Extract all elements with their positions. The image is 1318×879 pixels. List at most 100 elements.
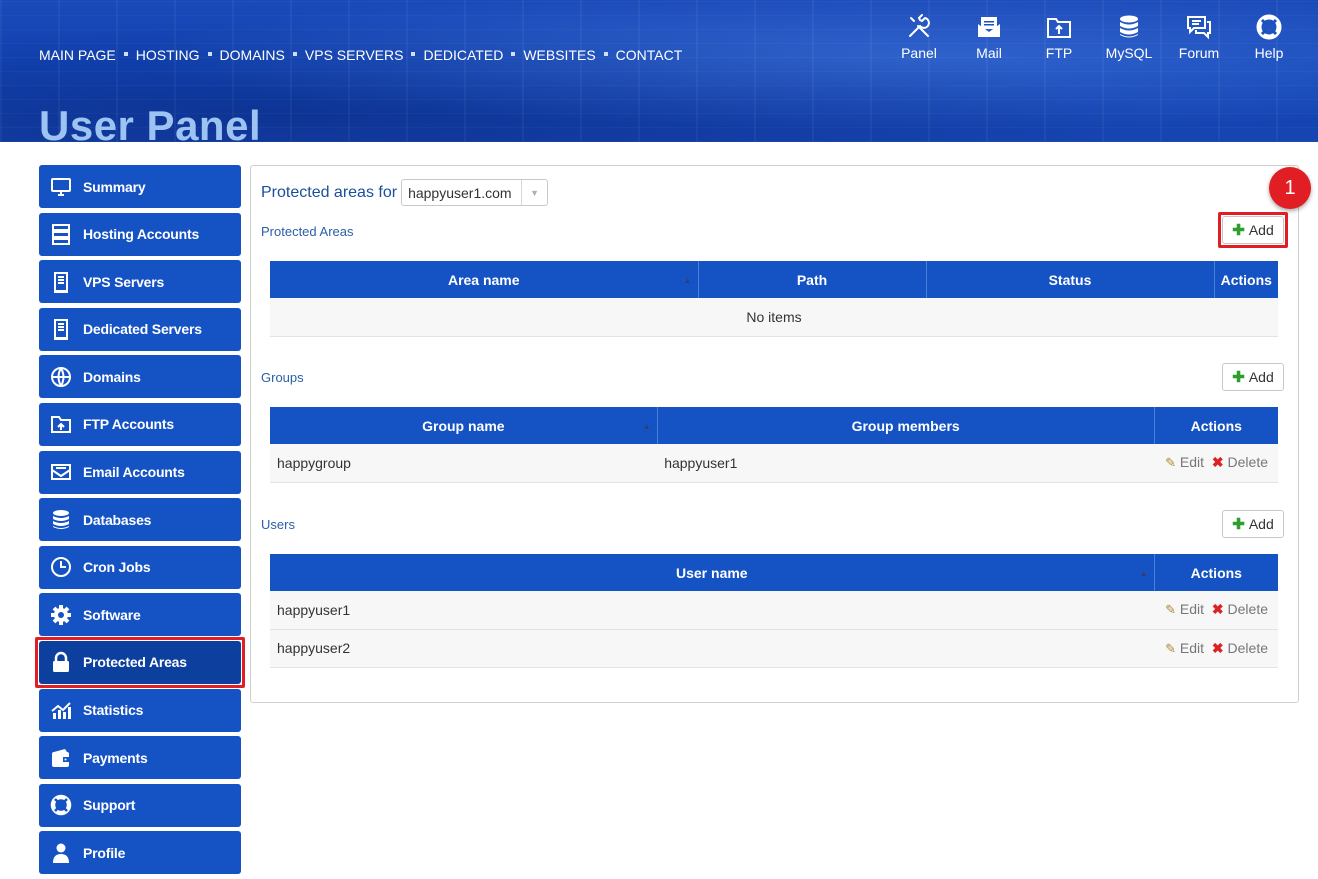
edit-button[interactable]: ✎ Edit [1165, 640, 1204, 656]
sort-icon: ▲ [1139, 569, 1148, 578]
nav-vps-servers[interactable]: VPS SERVERS [305, 47, 404, 63]
column-header-group-members[interactable]: Group members [657, 407, 1155, 444]
quick-link-help[interactable]: Help [1234, 14, 1304, 61]
server-stack-icon [39, 223, 83, 246]
column-header-status[interactable]: Status [926, 261, 1215, 298]
quick-link-ftp[interactable]: FTP [1024, 14, 1094, 61]
sidebar-item-ftp-accounts[interactable]: FTP Accounts [39, 402, 241, 446]
sidebar-item-label: Dedicated Servers [83, 321, 202, 338]
pencil-icon: ✎ [1165, 602, 1176, 618]
sidebar-item-software[interactable]: Software [39, 593, 241, 637]
quick-link-label: Mail [976, 45, 1002, 61]
add-user-button[interactable]: ✚ Add [1222, 510, 1284, 538]
quick-link-mysql[interactable]: MySQL [1094, 14, 1164, 61]
sidebar-item-label: Payments [83, 749, 148, 766]
edit-button[interactable]: ✎ Edit [1165, 601, 1204, 617]
monitor-icon [39, 176, 83, 198]
sidebar-item-profile[interactable]: Profile [39, 831, 241, 875]
delete-button[interactable]: ✖ Delete [1212, 640, 1268, 656]
column-header-area-name[interactable]: Area name ▲ [270, 261, 699, 298]
site-header: MAIN PAGE HOSTING DOMAINS VPS SERVERS DE… [0, 0, 1318, 142]
nav-separator [511, 52, 516, 56]
server-tower-icon [39, 271, 83, 293]
sidebar-menu: Summary Hosting Accounts VPS Servers Ded… [35, 165, 245, 879]
sidebar-item-label: Summary [83, 178, 146, 195]
nav-separator [411, 52, 416, 56]
row-actions: ✎ Edit ✖ Delete [1154, 629, 1278, 668]
nav-separator [603, 52, 608, 56]
sidebar-item-label: Cron Jobs [83, 559, 151, 576]
pencil-icon: ✎ [1165, 455, 1176, 471]
sidebar-item-email-accounts[interactable]: Email Accounts [39, 450, 241, 494]
user-name-cell: happyuser1 [270, 591, 1155, 630]
users-table: User name ▲ Actions happyuser1 ✎ Edit ✖ D… [270, 554, 1278, 668]
table-row: happygroup happyuser1 ✎ Edit ✖ Delete [270, 444, 1278, 483]
add-protected-area-button[interactable]: ✚ Add [1222, 216, 1284, 244]
column-header-actions: Actions [1154, 554, 1278, 591]
edit-button[interactable]: ✎ Edit [1165, 454, 1204, 470]
quick-link-mail[interactable]: Mail [954, 14, 1024, 61]
sidebar-item-databases[interactable]: Databases [39, 498, 241, 542]
column-header-path[interactable]: Path [698, 261, 927, 298]
domain-select-value: happyuser1.com [408, 184, 512, 201]
sidebar-item-hosting-accounts[interactable]: Hosting Accounts [39, 212, 241, 256]
clock-icon [39, 556, 83, 578]
sidebar-item-protected-areas[interactable]: Protected Areas [35, 636, 245, 688]
quick-link-label: MySQL [1105, 45, 1153, 61]
nav-separator [123, 52, 128, 56]
lifebuoy-icon [1256, 14, 1282, 40]
page-title: User Panel [39, 102, 262, 142]
domain-filter: Protected areas for happyuser1.com ▼ [261, 179, 549, 206]
protected-areas-title: Protected Areas [261, 224, 354, 239]
add-group-button[interactable]: ✚ Add [1222, 363, 1284, 391]
sidebar-item-label: Profile [83, 844, 126, 861]
quick-link-panel[interactable]: Panel [884, 14, 954, 61]
lifebuoy-icon [39, 794, 83, 816]
sidebar-item-summary[interactable]: Summary [39, 165, 241, 208]
column-header-group-name[interactable]: Group name ▲ [270, 407, 658, 444]
sidebar-item-label: Support [83, 797, 136, 814]
pencil-icon: ✎ [1165, 640, 1176, 656]
mail-icon [978, 17, 1000, 37]
sidebar-item-statistics[interactable]: Statistics [39, 688, 241, 732]
database-icon [39, 509, 83, 531]
sidebar-item-payments[interactable]: Payments [39, 736, 241, 780]
domain-select[interactable]: happyuser1.com ▼ [401, 179, 549, 206]
step-badge: 1 [1269, 167, 1311, 209]
sidebar-item-label: Hosting Accounts [83, 226, 200, 243]
sidebar-item-vps-servers[interactable]: VPS Servers [39, 260, 241, 304]
sidebar-item-domains[interactable]: Domains [39, 355, 241, 399]
user-icon [39, 842, 83, 864]
domain-filter-label: Protected areas for [261, 183, 398, 201]
nav-websites[interactable]: WEBSITES [523, 47, 595, 63]
nav-domains[interactable]: DOMAINS [220, 47, 285, 63]
www-globe-icon [39, 366, 83, 388]
nav-hosting[interactable]: HOSTING [136, 47, 200, 63]
table-row: No items [270, 298, 1278, 337]
sidebar-item-label: Domains [83, 368, 141, 385]
nav-separator [207, 52, 212, 56]
sidebar-item-cron-jobs[interactable]: Cron Jobs [39, 545, 241, 589]
column-header-actions: Actions [1214, 261, 1278, 298]
nav-contact[interactable]: CONTACT [616, 47, 683, 63]
plus-icon: ✚ [1232, 369, 1245, 386]
protected-areas-table: Area name ▲ Path Status Actions No items [270, 261, 1278, 337]
server-tower-icon [39, 318, 83, 341]
sidebar-item-support[interactable]: Support [39, 783, 241, 827]
plus-icon: ✚ [1232, 222, 1245, 239]
nav-dedicated[interactable]: DEDICATED [423, 47, 503, 63]
table-row: happyuser2 ✎ Edit ✖ Delete [270, 629, 1278, 668]
empty-table-message: No items [270, 298, 1278, 337]
delete-button[interactable]: ✖ Delete [1212, 601, 1268, 617]
nav-main-page[interactable]: MAIN PAGE [39, 47, 116, 63]
add-button-label: Add [1248, 222, 1274, 238]
column-header-user-name[interactable]: User name ▲ [270, 554, 1155, 591]
top-navigation: MAIN PAGE HOSTING DOMAINS VPS SERVERS DE… [39, 47, 682, 63]
quick-link-forum[interactable]: Forum [1164, 14, 1234, 61]
gear-icon [39, 604, 83, 626]
table-row: happyuser1 ✎ Edit ✖ Delete [270, 591, 1278, 630]
folder-icon [39, 413, 83, 435]
delete-button[interactable]: ✖ Delete [1212, 454, 1268, 470]
plus-icon: ✚ [1232, 516, 1245, 533]
sidebar-item-dedicated-servers[interactable]: Dedicated Servers [39, 307, 241, 351]
